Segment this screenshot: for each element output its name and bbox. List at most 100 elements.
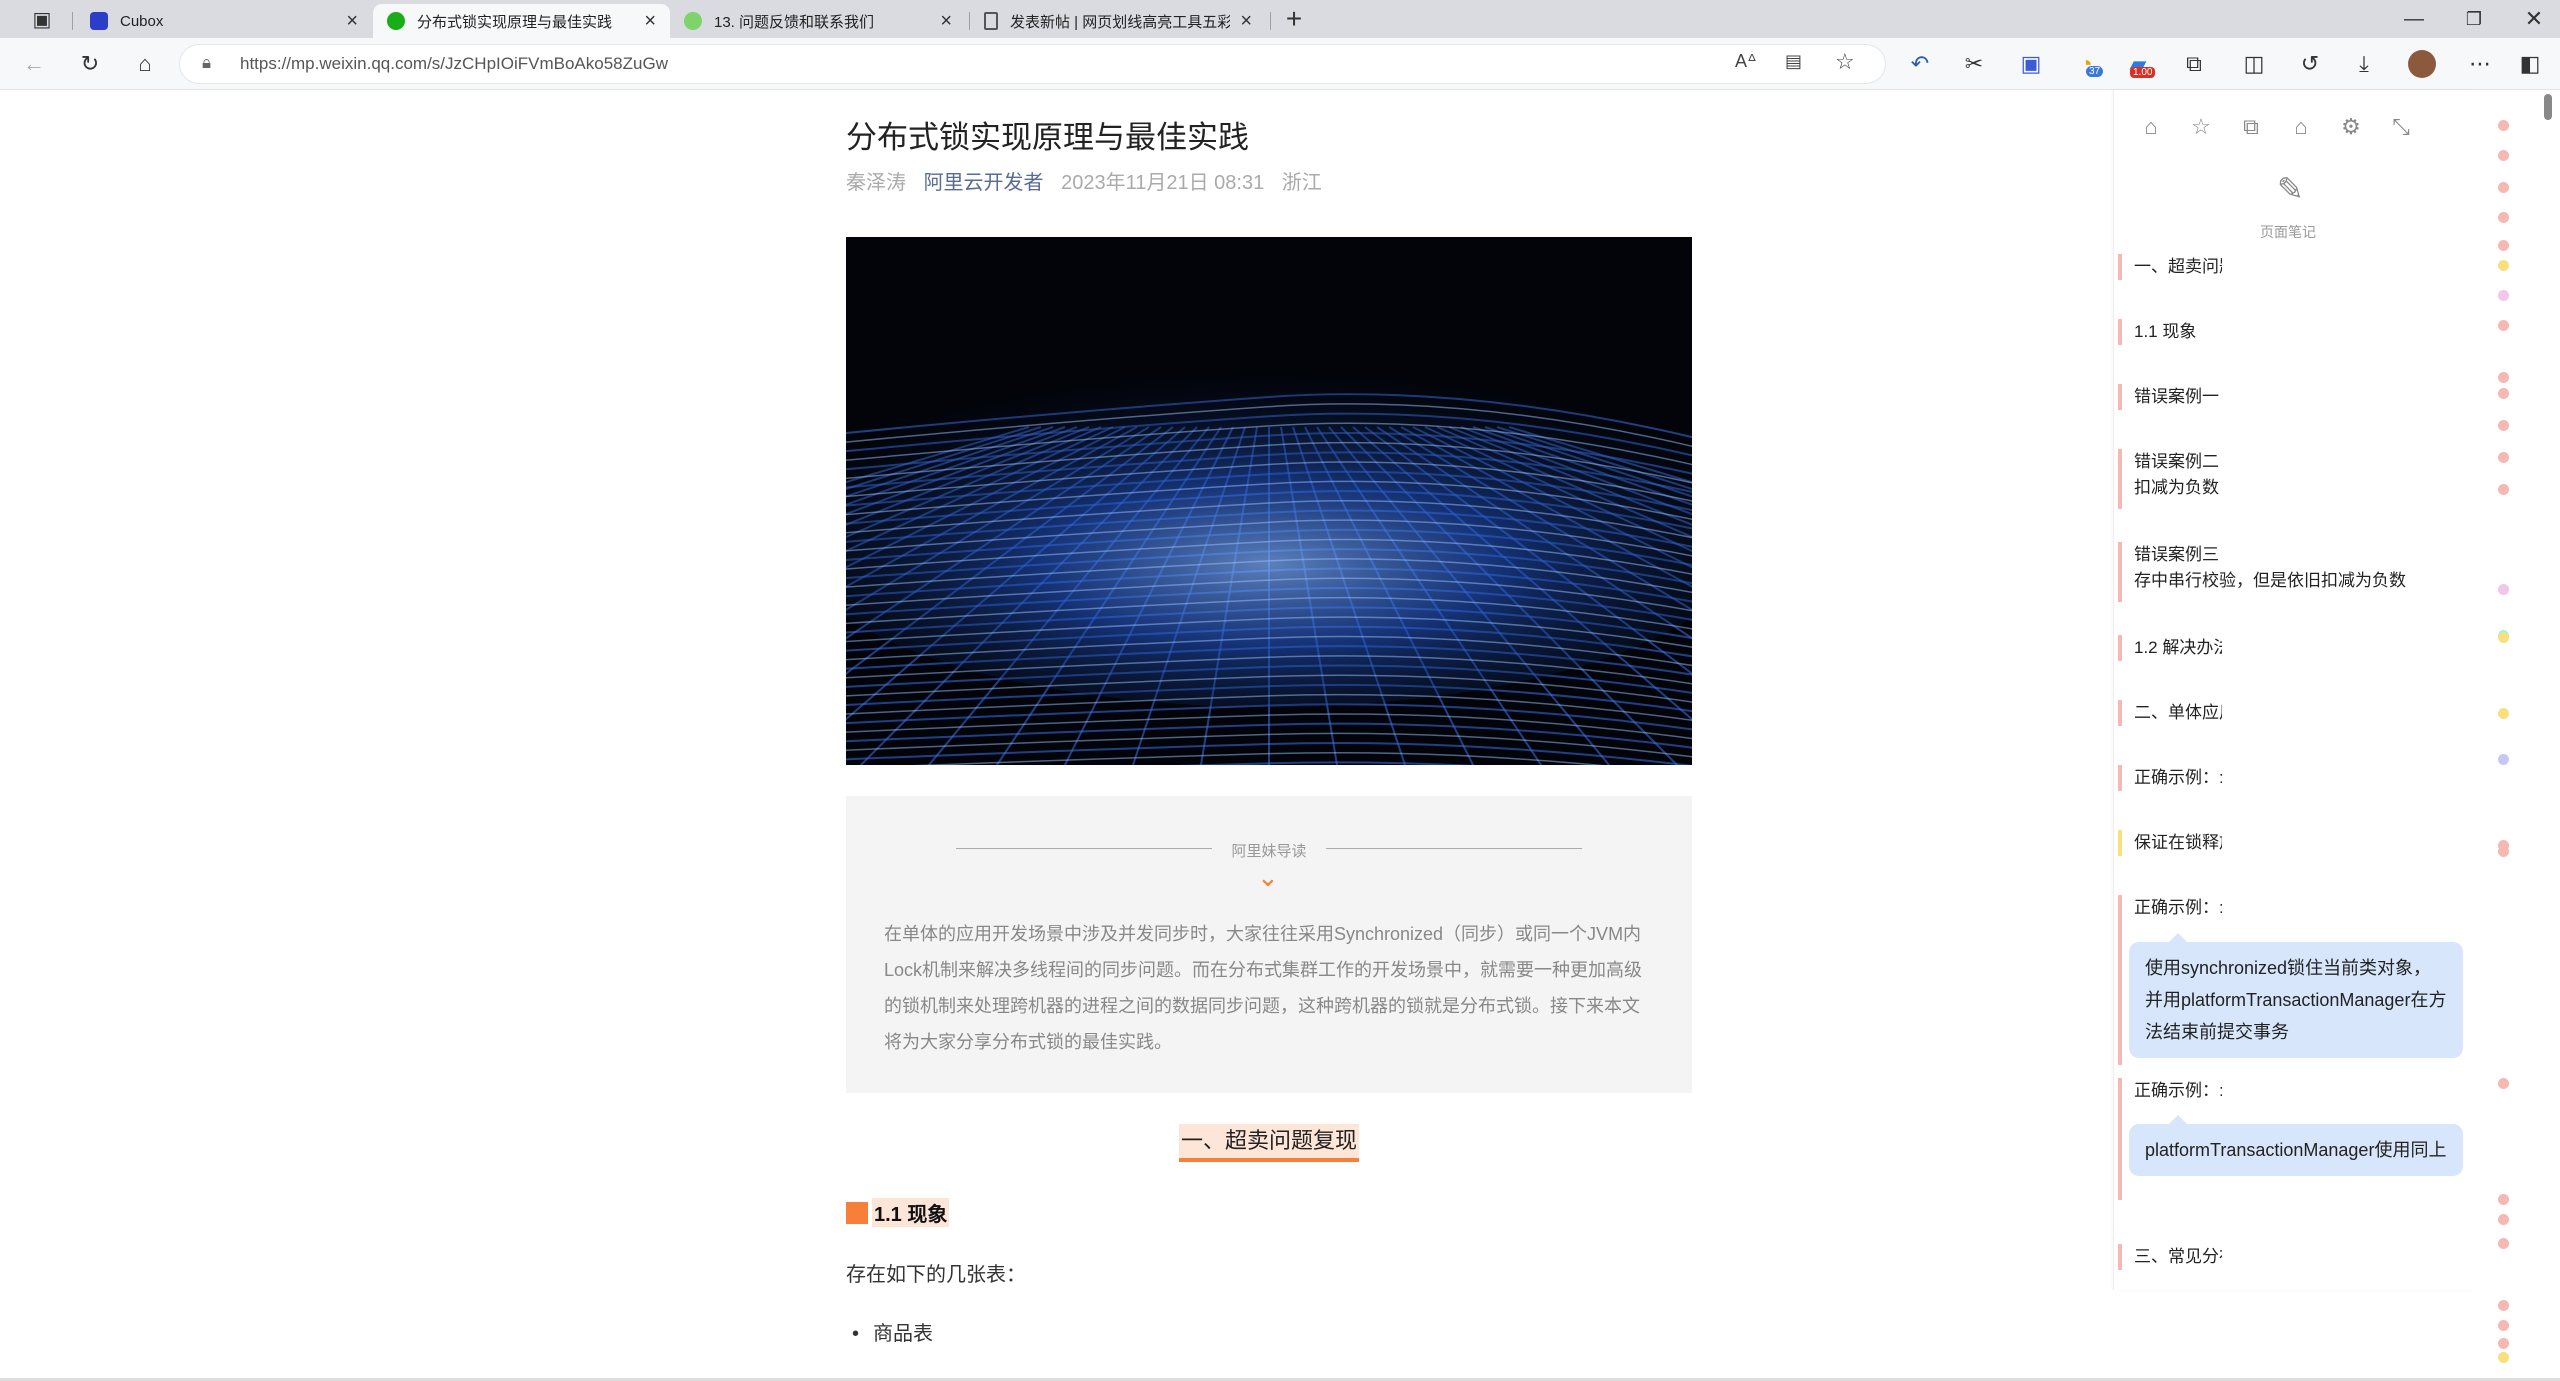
address-bar[interactable]: 🔒︎ https://mp.weixin.qq.com/s/JzCHpIOiFV… [180, 45, 1885, 83]
minimap-dot[interactable] [2498, 1214, 2509, 1225]
close-icon[interactable]: × [644, 10, 656, 33]
feather-icon[interactable]: ✎ [2277, 170, 2304, 208]
extension-undo-icon[interactable]: ↶ [1906, 50, 1934, 78]
tab-article[interactable]: 分布式锁实现原理与最佳实践 × [373, 4, 670, 38]
highlight-item[interactable]: 错误案例二 扣减为负数 [2118, 449, 2348, 509]
extension-badge-icon[interactable]: ◔ 37 [2072, 50, 2104, 78]
article-title: 分布式锁实现原理与最佳实践 [846, 120, 1249, 155]
highlight-text: 错误案例三 [2134, 545, 2219, 564]
close-icon[interactable]: × [1240, 10, 1252, 33]
tab-post[interactable]: 发表新帖 | 网页划线高亮工具五彩 × [970, 4, 1266, 38]
restore-button[interactable]: ❐ [2460, 5, 2488, 33]
minimap-dot[interactable] [2498, 182, 2509, 193]
highlight-item[interactable]: 保证在锁释放 [2118, 830, 2348, 856]
highlight-subtext: 存中串行校验，但是依旧扣减为负数 [2134, 571, 2406, 590]
minimap-dot[interactable] [2498, 1352, 2509, 1363]
scrollbar-thumb[interactable] [2544, 94, 2552, 120]
extension-price-icon[interactable]: ▰ 1.00 [2124, 50, 2156, 78]
minimap-dot[interactable] [2498, 240, 2509, 251]
minimap-dot[interactable] [2498, 1194, 2509, 1205]
back-icon[interactable]: ← [20, 50, 48, 78]
home-icon[interactable]: ⌂ [2136, 112, 2166, 142]
note-bubble[interactable]: platformTransactionManager使用同上 [2129, 1115, 2463, 1176]
refresh-icon[interactable]: ↻ [76, 50, 104, 78]
minimap-dot[interactable] [2498, 708, 2509, 719]
minimize-button[interactable]: — [2400, 5, 2428, 33]
extension-scissors-icon[interactable]: ✂ [1960, 50, 1988, 78]
split-screen-icon[interactable]: ◫ [2240, 50, 2268, 78]
minimap-dot[interactable] [2498, 290, 2509, 301]
account-link[interactable]: 阿里云开发者 [924, 172, 1044, 194]
note-bubble[interactable]: 使用synchronized锁住当前类对象，并用platformTransact… [2129, 933, 2463, 1058]
highlight-item[interactable]: 二、单体应用 [2118, 700, 2348, 726]
minimap-dot[interactable] [2498, 754, 2509, 765]
highlight-text: 错误案例一 [2134, 387, 2219, 406]
extension-translate-icon[interactable]: ▣ [2017, 50, 2045, 78]
minimap-dot[interactable] [2498, 1338, 2509, 1349]
tab-actions-icon[interactable]: ▣ [28, 5, 56, 33]
cover-image [846, 237, 1692, 765]
extensions-puzzle-icon[interactable]: ⧉ [2180, 50, 2208, 78]
copy-icon[interactable]: ⧉ [2236, 112, 2266, 142]
download-icon[interactable]: ⤓ [2350, 50, 2378, 78]
tab-label: 分布式锁实现原理与最佳实践 [417, 13, 613, 31]
highlight-item[interactable]: 1.2 解决办法 [2118, 635, 2348, 661]
gear-icon[interactable]: ⚙ [2336, 112, 2366, 142]
author: 秦泽涛 [846, 172, 906, 194]
leaf-icon [684, 12, 702, 30]
highlight-text: 二、单体应用 [2134, 703, 2222, 722]
minimap-dot[interactable] [2498, 1078, 2509, 1089]
url-text: https://mp.weixin.qq.com/s/JzCHpIOiFVmBo… [240, 54, 668, 73]
tab-label: 发表新帖 | 网页划线高亮工具五彩 [1010, 13, 1231, 31]
highlight-item[interactable]: 错误案例一 [2118, 384, 2348, 410]
minimap-dot[interactable] [2498, 388, 2509, 399]
close-window-button[interactable]: ✕ [2520, 5, 2548, 33]
history-icon[interactable]: ↺ [2296, 50, 2324, 78]
more-menu-icon[interactable]: ⋯ [2466, 50, 2494, 78]
highlight-minimap [2498, 90, 2520, 1381]
minimap-dot[interactable] [2498, 372, 2509, 383]
minimap-dot[interactable] [2498, 484, 2509, 495]
page-note-label: 页面笔记 [2260, 224, 2316, 240]
home-icon[interactable]: ⌂ [131, 50, 159, 78]
tag-icon[interactable]: ⌂ [2286, 112, 2316, 142]
minimap-dot[interactable] [2498, 632, 2509, 643]
minimap-dot[interactable] [2498, 846, 2509, 857]
minimap-dot[interactable] [2498, 260, 2509, 271]
favorite-star-icon[interactable]: ☆ [1835, 49, 1855, 75]
minimap-dot[interactable] [2498, 420, 2509, 431]
minimap-dot[interactable] [2498, 150, 2509, 161]
close-icon[interactable]: × [940, 10, 952, 33]
minimap-dot[interactable] [2498, 1300, 2509, 1311]
highlight-item[interactable]: 错误案例三 存中串行校验，但是依旧扣减为负数 [2118, 542, 2438, 602]
subsection-heading-text: 1.1 现象 [872, 1198, 950, 1227]
tab-feedback[interactable]: 13. 问题反馈和联系我们 × [670, 4, 966, 38]
location: 浙江 [1281, 172, 1322, 194]
new-tab-button[interactable]: + [1280, 3, 1308, 34]
highlight-text: 正确示例：: [2134, 768, 2222, 787]
sidebar-toggle-icon[interactable]: ◧ [2516, 50, 2544, 78]
star-icon[interactable]: ☆ [2186, 112, 2216, 142]
lead-title: 阿里妹导读 [1231, 843, 1307, 860]
avatar[interactable] [2408, 50, 2436, 78]
minimap-dot[interactable] [2498, 212, 2509, 223]
highlight-item[interactable]: 正确示例：: [2118, 765, 2348, 791]
minimap-dot[interactable] [2498, 120, 2509, 131]
highlight-text: 保证在锁释放 [2134, 833, 2222, 852]
close-icon[interactable]: × [346, 10, 358, 33]
read-aloud-icon[interactable]: Aᐞ [1735, 51, 1757, 72]
highlight-item[interactable]: 三、常见分布 [2118, 1244, 2348, 1270]
lock-icon[interactable]: 🔒︎ [202, 53, 211, 73]
collapse-icon[interactable]: ⤡ [2386, 112, 2416, 142]
scrollbar[interactable] [2540, 90, 2560, 1381]
highlight-text: 正确示例：: [2134, 898, 2222, 917]
minimap-dot[interactable] [2498, 584, 2509, 595]
highlight-item[interactable]: 一、超卖问题复现 [2118, 254, 2348, 280]
minimap-dot[interactable] [2498, 1238, 2509, 1249]
highlight-item[interactable]: 1.1 现象 [2118, 319, 2348, 345]
minimap-dot[interactable] [2498, 320, 2509, 331]
tab-cubox[interactable]: Cubox × [76, 4, 372, 38]
minimap-dot[interactable] [2498, 452, 2509, 463]
immersive-reader-icon[interactable]: ▤ [1785, 51, 1802, 72]
minimap-dot[interactable] [2498, 1320, 2509, 1331]
